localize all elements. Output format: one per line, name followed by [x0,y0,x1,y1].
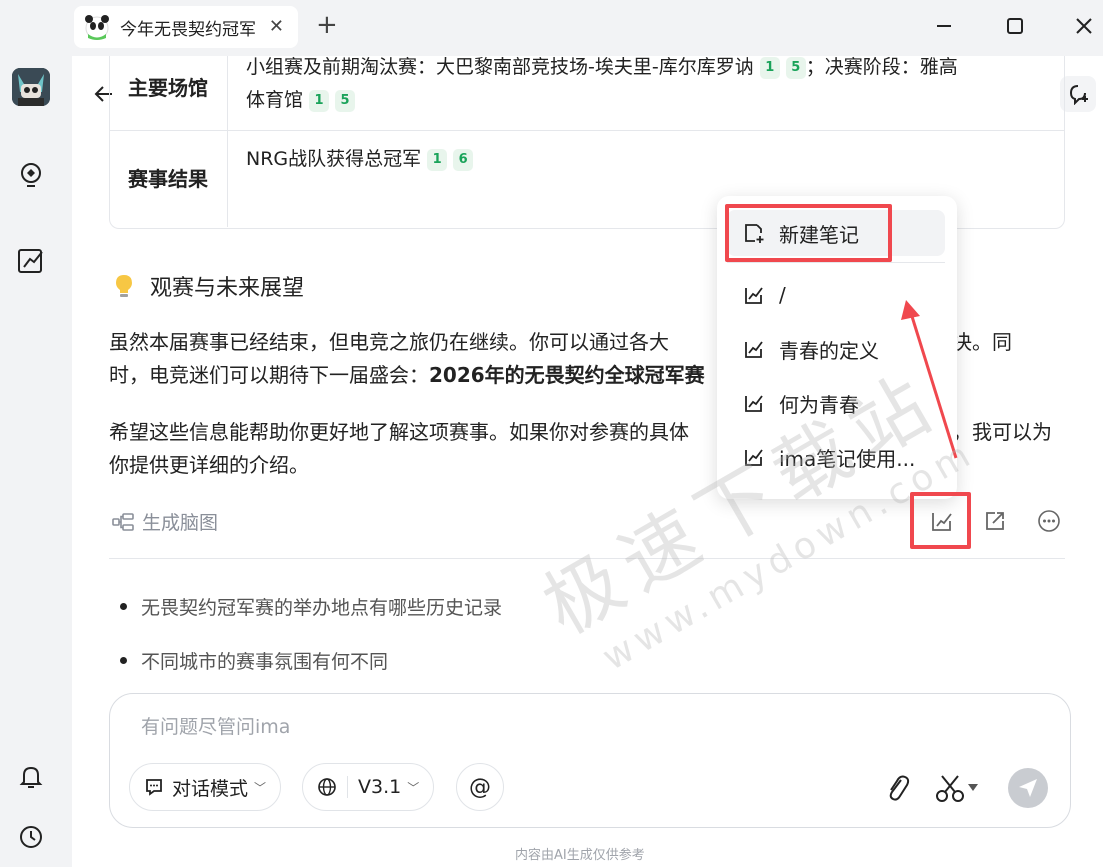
mode-select[interactable]: 对话模式 ﹀ [129,763,282,811]
highlight-note-button [910,492,971,549]
new-chat-icon [1069,85,1088,105]
attachment-icon[interactable] [883,772,911,804]
citation-badge[interactable]: 1 [759,56,780,79]
annotation-arrow [901,300,958,459]
suggestion-item[interactable]: 无畏契约冠军赛的举办地点有哪些历史记录 [120,593,502,620]
ai-disclaimer: 内容由AI生成仅供参考 [515,848,645,863]
section-heading: 观赛与未来展望 [114,270,304,302]
title-bar: 今年无畏契约冠军 ✕ + [0,0,1103,56]
menu-divider [727,262,945,263]
notes-icon[interactable] [16,246,46,276]
citation-badge[interactable]: 1 [309,89,330,112]
generate-mindmap-button[interactable]: 生成脑图 [112,508,218,535]
tab-title: 今年无畏契约冠军 [120,19,256,40]
chevron-down-icon: ﹀ [254,780,267,795]
send-icon [1019,779,1037,797]
citation-badge[interactable]: 6 [453,148,474,171]
maximize-icon[interactable] [1003,14,1027,38]
share-icon [986,512,1004,530]
citation-badge[interactable]: 5 [785,56,806,79]
suggestion-item[interactable]: 不同城市的赛事氛围有何不同 [120,647,388,674]
highlight-new-note [725,204,892,262]
table-row: 主要场馆 小组赛及前期淘汰赛：大巴黎南部竞技场-埃夫里-库尔库罗讷 1 5 ；决赛阶段… [110,56,1064,131]
note-icon [745,395,763,412]
left-sidebar [0,56,72,867]
citation-badge[interactable]: 1 [427,148,448,171]
citation-badge[interactable]: 5 [335,89,356,112]
minimize-icon[interactable] [932,14,956,38]
more-button[interactable] [1032,504,1066,538]
lightbulb-icon[interactable] [16,160,46,190]
close-window-icon[interactable] [1072,14,1096,38]
chevron-down-icon: ﹀ [407,780,420,795]
note-icon [745,449,763,466]
bullet [120,657,127,664]
table-data-cell: 小组赛及前期淘汰赛：大巴黎南部竞技场-埃夫里-库尔库罗讷 1 5 ；决赛阶段：雅高 体… [246,56,958,112]
history-icon[interactable] [16,822,46,852]
scissors-icon[interactable] [934,772,980,804]
globe-icon [318,778,336,796]
panda-icon [84,14,110,40]
more-icon [1038,510,1060,532]
note-icon [745,287,763,304]
bullet [120,603,127,610]
browser-tab[interactable]: 今年无畏契约冠军 ✕ [74,6,298,48]
new-tab-icon[interactable]: + [316,12,338,38]
divider [109,558,1065,559]
send-button[interactable] [1008,768,1048,808]
bulb-icon [116,275,132,297]
mention-button[interactable]: @ [456,763,504,811]
note-icon [745,341,763,358]
chat-input-box[interactable]: 有问题尽管问ima 对话模式 ﹀ V3.1 ﹀ @ [109,693,1071,828]
bell-icon[interactable] [16,762,46,792]
share-button[interactable] [978,504,1012,538]
table-header-cell: 赛事结果 [110,131,228,227]
model-version-select[interactable]: V3.1 ﹀ [302,763,435,811]
chat-bubble-icon [146,779,162,796]
avatar[interactable] [12,68,50,106]
mindmap-icon [112,512,134,531]
table-header-cell: 主要场馆 [110,56,228,130]
table-data-cell: NRG战队获得总冠军 1 6 [246,143,474,176]
tab-close-icon[interactable]: ✕ [269,16,284,37]
new-chat-button[interactable] [1060,76,1096,112]
chat-input[interactable]: 有问题尽管问ima [141,712,290,739]
